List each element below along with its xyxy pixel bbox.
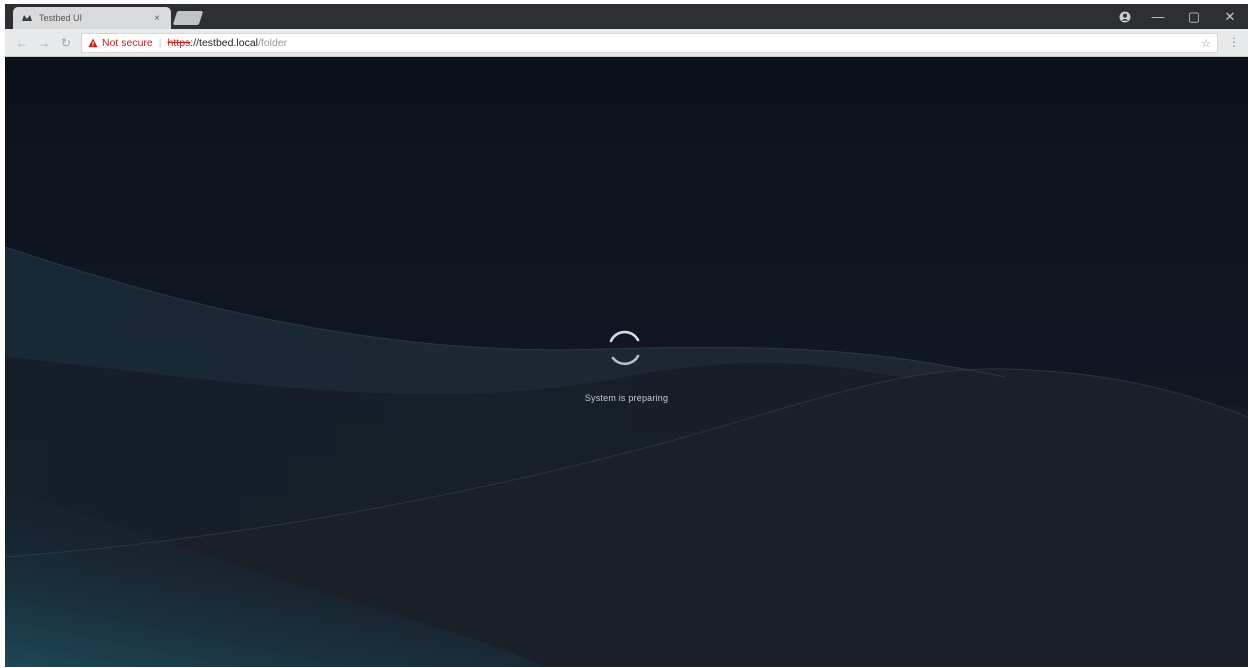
forward-button[interactable]: → [35,35,53,51]
tab-favicon-icon [22,15,32,21]
browser-toolbar: ← → ↻ Not secure | https ://testbed.loca… [5,29,1248,57]
loading-spinner-icon [609,330,640,366]
loading-status-text: System is preparing [584,393,669,403]
window-controls: — ▢ ✕ [1110,4,1248,29]
close-window-button[interactable]: ✕ [1212,4,1248,29]
reload-button[interactable]: ↻ [57,35,75,51]
address-bar[interactable]: Not secure | https ://testbed.local /fol… [81,33,1218,53]
browser-window: Testbed UI × — ▢ ✕ ← → ↻ Not secure | ht… [5,4,1248,667]
browser-tab[interactable]: Testbed UI × [13,7,171,29]
bookmark-star-icon[interactable]: ☆ [1201,37,1211,50]
tab-close-icon[interactable]: × [151,13,163,24]
minimize-button[interactable]: — [1140,4,1176,29]
security-label[interactable]: Not secure [102,37,153,49]
address-separator: | [158,37,162,49]
page-content: System is preparing [5,57,1248,667]
url-path: /folder [258,37,288,49]
warning-icon [88,38,98,48]
browser-menu-icon[interactable]: ⋮ [1228,35,1240,49]
back-button[interactable]: ← [13,35,31,51]
profile-icon-glyph [1119,11,1131,22]
profile-icon[interactable] [1110,4,1140,29]
title-bar: Testbed UI × — ▢ ✕ [5,4,1248,29]
tab-title: Testbed UI [39,13,83,23]
url-host: ://testbed.local [190,37,258,49]
url-scheme: https [167,37,191,49]
new-tab-button[interactable] [172,11,204,25]
maximize-button[interactable]: ▢ [1176,4,1212,29]
